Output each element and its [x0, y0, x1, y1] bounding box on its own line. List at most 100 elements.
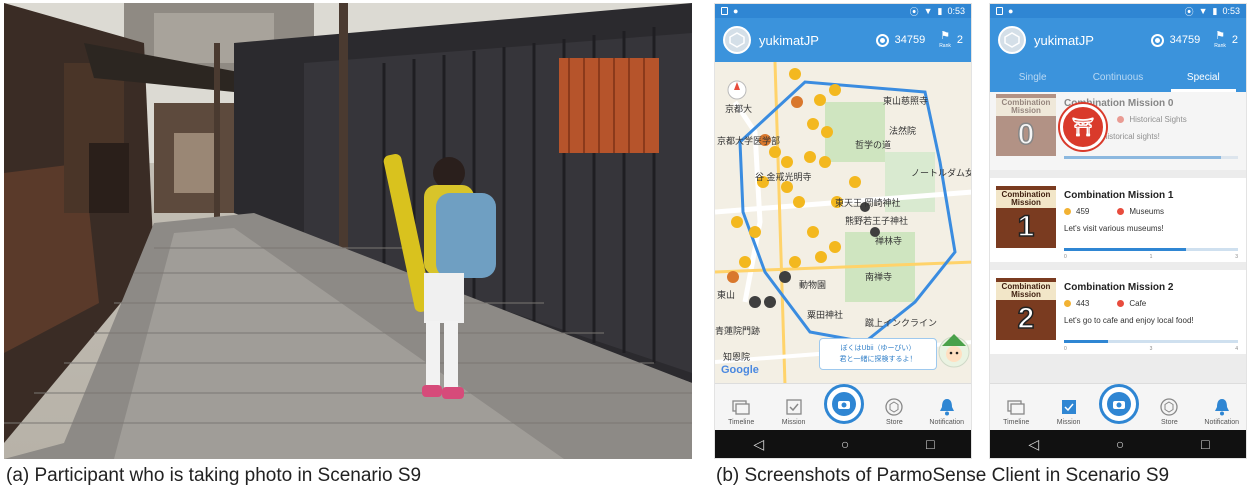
nav-store[interactable]: Store	[872, 398, 916, 426]
nav-timeline[interactable]: Timeline	[719, 398, 763, 426]
timeline-icon	[1007, 398, 1025, 416]
map-label: 法然院	[889, 126, 917, 136]
mission-description: Let's visit various museums!	[1064, 224, 1164, 233]
mission-list: Combination Mission 0 Combination Missio…	[990, 92, 1246, 385]
recents-icon[interactable]: □	[926, 436, 934, 452]
nav-label: Timeline	[1003, 419, 1030, 426]
camera-button[interactable]	[823, 384, 864, 424]
tick-label: 0	[1064, 254, 1067, 260]
tick-label: 4	[1235, 346, 1238, 352]
store-icon	[1160, 398, 1179, 416]
map-label: 東天王 岡崎神社	[835, 198, 901, 208]
nav-mission[interactable]: Mission	[1047, 398, 1091, 426]
camera-icon	[1106, 392, 1131, 416]
battery-icon: ▮	[937, 5, 943, 16]
progress-ticks: 0 3 4	[1064, 346, 1238, 352]
nav-label: Mission	[1056, 419, 1081, 426]
home-icon[interactable]: ○	[1116, 436, 1124, 452]
map-label: 南禅寺	[865, 272, 893, 282]
wifi-icon: ▼	[1198, 6, 1208, 16]
nav-mission[interactable]: Mission	[772, 398, 816, 426]
points-dot-icon	[1064, 300, 1071, 307]
bubble-line: 君と一緒に探検するよ！	[839, 356, 917, 363]
nav-store[interactable]: Store	[1147, 398, 1191, 426]
mission-thumbnail: Combination Mission 1	[996, 186, 1056, 248]
mission-meta: 443 Cafe	[1064, 299, 1242, 308]
mission-check-icon	[1060, 398, 1078, 416]
mission-progress	[1064, 340, 1238, 343]
thumb-number: 2	[1017, 301, 1035, 336]
rank-label: Rank	[1214, 43, 1226, 49]
points-value: 34759	[1169, 34, 1201, 46]
mission-tabs: Single Continuous Special	[990, 62, 1246, 92]
tick-label: 3	[1235, 254, 1238, 260]
mission-card[interactable]: Combination Mission 0 Combination Missio…	[990, 92, 1246, 170]
map-view[interactable]: 京都大 京都大学医学部 谷 金戒光明寺 哲学の道 東天王 岡崎神社 熊野若王子神…	[715, 62, 971, 385]
mission-thumbnail: Combination Mission 2	[996, 278, 1056, 340]
mission-card[interactable]: Combination Mission 1 Combination Missio…	[990, 178, 1246, 262]
bottom-nav: Timeline Mission Store Notification	[990, 383, 1246, 430]
nav-notification[interactable]: Notification	[1200, 398, 1244, 426]
map-label: 東山	[717, 290, 736, 300]
thumb-number: 0	[1017, 117, 1035, 152]
guide-speech-bubble: ぼくはUbii（ゆーびい） 君と一緒に探検するよ！	[819, 338, 937, 370]
status-time: 0:53	[1222, 6, 1240, 16]
status-bar: ● ⦿ ▼ ▮ 0:53	[990, 4, 1246, 18]
tab-single[interactable]: Single	[990, 62, 1075, 92]
nav-label: Store	[885, 419, 903, 426]
map-label: 知恩院	[723, 352, 751, 362]
location-icon: ⦿	[1184, 6, 1194, 17]
mission-category: Cafe	[1129, 299, 1147, 308]
caption-b: (b) Screenshots of ParmoSense Client in …	[716, 465, 1170, 486]
system-nav-bar: ◁ ○ □	[990, 430, 1246, 458]
mission-body: Combination Mission 1 459 Museums Let's …	[1064, 186, 1242, 260]
avatar[interactable]	[723, 26, 751, 54]
status-bar: ● ⦿ ▼ ▮ 0:53	[715, 4, 971, 18]
map-label: 粟田神社	[807, 310, 844, 320]
user-cube-icon	[1004, 32, 1020, 48]
bubble-line: ぼくはUbii（ゆーびい）	[840, 345, 916, 352]
user-cube-icon	[729, 32, 745, 48]
progress-fill	[1064, 248, 1186, 251]
back-icon[interactable]: ◁	[1028, 436, 1039, 453]
username: yukimatJP	[759, 32, 819, 48]
points-icon	[1150, 33, 1164, 47]
avatar[interactable]	[998, 26, 1026, 54]
notification-box-icon	[996, 7, 1003, 15]
caption-a: (a) Participant who is taking photo in S…	[6, 465, 422, 486]
category-dot-icon	[1117, 300, 1125, 307]
back-icon[interactable]: ◁	[753, 436, 764, 453]
camera-button[interactable]	[1098, 384, 1139, 424]
tab-special[interactable]: Special	[1161, 62, 1246, 92]
home-icon[interactable]: ○	[841, 436, 849, 452]
mission-description: Let's go to cafe and enjoy local food!	[1064, 316, 1194, 325]
thumb-title: Combination Mission	[996, 98, 1056, 116]
mission-progress	[1064, 156, 1238, 159]
tab-continuous[interactable]: Continuous	[1075, 62, 1160, 92]
mission-check-icon	[785, 398, 803, 416]
rank-block: ⚑ Rank	[939, 31, 951, 50]
mission-card[interactable]: Combination Mission 2 Combination Missio…	[990, 270, 1246, 354]
progress-fill	[1064, 156, 1221, 159]
android-icon: ●	[1008, 6, 1014, 16]
map-label: 動物園	[799, 280, 827, 290]
bell-icon	[938, 398, 956, 416]
bell-icon	[1213, 398, 1231, 416]
points-dot-icon	[1064, 208, 1071, 215]
recents-icon[interactable]: □	[1201, 436, 1209, 452]
nav-timeline[interactable]: Timeline	[994, 398, 1038, 426]
status-time: 0:53	[947, 6, 965, 16]
rank-label: Rank	[939, 43, 951, 49]
points-value: 34759	[894, 34, 926, 46]
system-nav-bar: ◁ ○ □	[715, 430, 971, 458]
timeline-icon	[732, 398, 750, 416]
guide-character-icon[interactable]	[937, 332, 971, 370]
progress-fill	[1064, 340, 1108, 343]
map-label: 谷 金戒光明寺	[755, 172, 812, 182]
nav-notification[interactable]: Notification	[925, 398, 969, 426]
android-icon: ●	[733, 6, 739, 16]
thumb-number: 1	[1017, 209, 1035, 244]
map-label: 蹴上インクライン	[865, 318, 938, 328]
camera-icon	[831, 392, 856, 416]
mission-title: Combination Mission 2	[1064, 282, 1174, 293]
